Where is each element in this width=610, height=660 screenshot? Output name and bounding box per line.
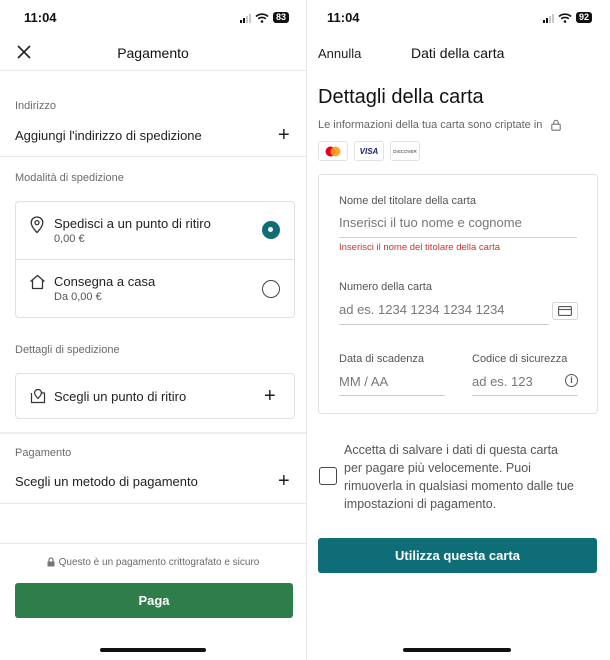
cvc-placeholder: ad es. 123 <box>472 374 533 389</box>
secure-payment-note: Questo è un pagamento crittografato e si… <box>0 557 306 568</box>
card-number-underline <box>339 324 549 325</box>
shipping-option-home[interactable]: Consegna a casa Da 0,00 € <box>16 260 294 317</box>
radio-unselected[interactable] <box>262 280 280 298</box>
option-title: Consegna a casa <box>54 274 156 289</box>
payment-screen: 11:04 83 Pagamento Indirizzo Aggiungi l'… <box>0 0 306 660</box>
holder-label: Nome del titolare della carta <box>339 195 476 207</box>
choose-pickup-label: Scegli un punto di ritiro <box>54 389 187 404</box>
encryption-note-text: Le informazioni della tua carta sono cri… <box>318 119 543 131</box>
lock-icon <box>551 119 562 131</box>
section-divider <box>0 156 306 157</box>
pay-button[interactable]: Paga <box>15 583 293 618</box>
expiry-placeholder: MM / AA <box>339 374 389 389</box>
holder-underline <box>339 237 577 238</box>
status-icons: 83 <box>240 12 290 23</box>
card-number-placeholder: ad es. 1234 1234 1234 1234 <box>339 302 505 317</box>
page-title: Pagamento <box>117 45 189 61</box>
plus-icon: + <box>278 470 290 492</box>
expiry-label: Data di scadenza <box>339 353 424 365</box>
visa-logo: VISA <box>354 141 384 161</box>
map-pin-icon <box>30 388 46 404</box>
radio-selected[interactable] <box>262 221 280 239</box>
option-price: 0,00 € <box>54 233 85 245</box>
save-card-line: per pagare più velocemente. Puoi <box>344 461 531 475</box>
choose-payment-method-row[interactable]: Scegli un metodo di pagamento + <box>0 466 306 498</box>
cancel-button[interactable]: Annulla <box>318 46 361 61</box>
option-title: Spedisci a un punto di ritiro <box>54 216 211 231</box>
address-section-label: Indirizzo <box>15 100 56 112</box>
header-divider <box>0 70 306 71</box>
lock-icon <box>47 557 55 567</box>
card-details-heading: Dettagli della carta <box>318 86 484 108</box>
save-card-line: impostazioni di pagamento. <box>344 497 497 511</box>
card-form: Nome del titolare della carta Inserisci … <box>318 174 598 414</box>
cvc-field[interactable]: ad es. 123 <box>472 373 556 397</box>
expiry-field[interactable]: MM / AA <box>339 373 445 397</box>
plus-icon: + <box>278 124 290 146</box>
footer-divider <box>0 543 306 544</box>
shipping-mode-label: Modalità di spedizione <box>15 172 124 184</box>
section-divider <box>0 432 306 434</box>
cvc-label: Codice di sicurezza <box>472 353 568 365</box>
choose-pickup-point-row[interactable]: Scegli un punto di ritiro + <box>15 373 295 419</box>
payment-section-label: Pagamento <box>15 447 72 459</box>
option-price: Da 0,00 € <box>54 291 102 303</box>
signal-icon <box>240 13 251 23</box>
card-number-label: Numero della carta <box>339 281 432 293</box>
shipping-option-pickup[interactable]: Spedisci a un punto di ritiro 0,00 € <box>16 202 294 260</box>
discover-logo: DISCOVER <box>390 141 420 161</box>
section-divider <box>0 503 306 504</box>
wifi-icon <box>255 12 269 23</box>
home-icon <box>30 274 45 290</box>
home-indicator <box>403 648 511 652</box>
holder-error: Inserisci il nome del titolare della car… <box>339 242 501 253</box>
home-indicator <box>100 648 206 652</box>
use-card-button[interactable]: Utilizza questa carta <box>318 538 597 573</box>
encryption-note: Le informazioni della tua carta sono cri… <box>318 119 562 131</box>
shipping-options: Spedisci a un punto di ritiro 0,00 € Con… <box>15 201 295 318</box>
save-card-line: Accetta di salvare i dati di questa cart… <box>344 443 559 457</box>
battery-level: 83 <box>273 12 290 23</box>
card-brands: VISA DISCOVER <box>318 141 420 161</box>
holder-placeholder: Inserisci il tuo nome e cognome <box>339 215 522 230</box>
status-icons: 92 <box>543 12 593 23</box>
status-time: 11:04 <box>327 10 360 25</box>
card-details-screen: 11:04 92 Annulla Dati della carta Dettag… <box>306 0 610 660</box>
shipping-details-label: Dettagli di spedizione <box>15 344 120 356</box>
save-card-checkbox[interactable] <box>319 467 337 485</box>
save-card-line: rimuoverla in qualsiasi momento dalle tu… <box>344 479 574 493</box>
card-scan-icon[interactable] <box>552 302 578 320</box>
status-time: 11:04 <box>24 10 57 25</box>
signal-icon <box>543 13 554 23</box>
add-address-row[interactable]: Aggiungi l'indirizzo di spedizione + <box>0 120 306 152</box>
mastercard-logo <box>318 141 348 161</box>
choose-payment-label: Scegli un metodo di pagamento <box>15 474 198 489</box>
add-address-label: Aggiungi l'indirizzo di spedizione <box>15 128 202 143</box>
plus-icon: + <box>264 385 276 407</box>
location-pin-icon <box>30 216 44 234</box>
wifi-icon <box>558 12 572 23</box>
save-card-text: Accetta di salvare i dati di questa cart… <box>344 441 574 513</box>
discover-logo-text: DISCOVER <box>393 148 417 154</box>
cvc-underline <box>472 395 578 396</box>
secure-note-text: Questo è un pagamento crittografato e si… <box>58 557 260 568</box>
page-title: Dati della carta <box>411 45 505 61</box>
expiry-underline <box>339 395 445 396</box>
info-icon[interactable]: i <box>565 374 578 387</box>
battery-level: 92 <box>576 12 593 23</box>
